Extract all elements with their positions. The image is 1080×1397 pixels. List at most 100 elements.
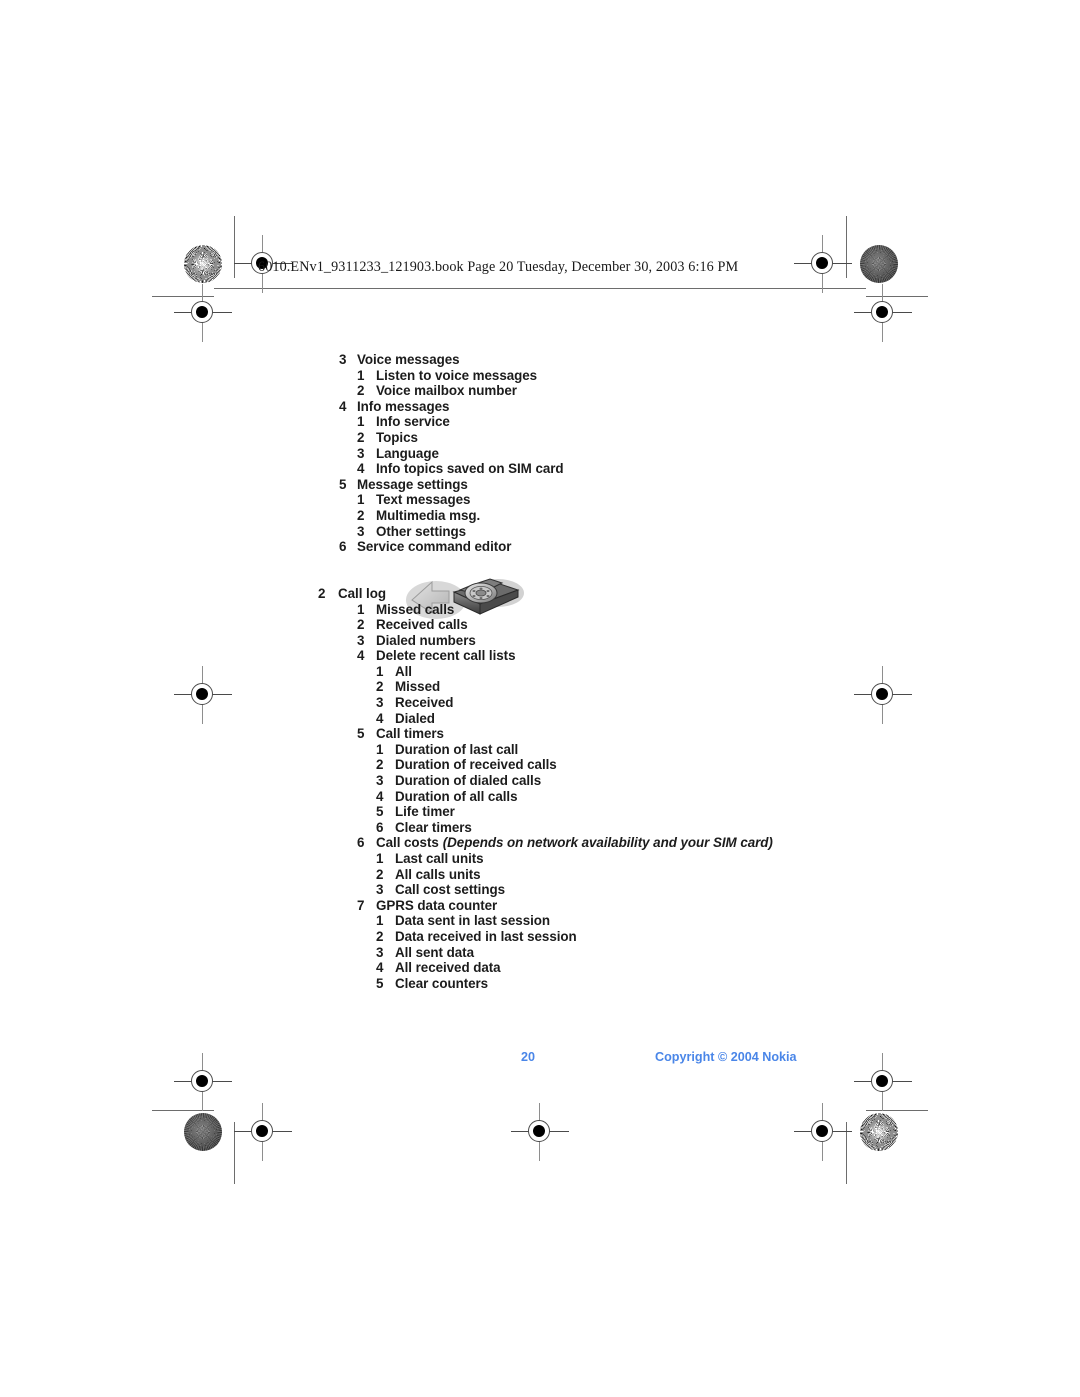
outline-item-label: Dialed numbers [376, 632, 476, 648]
outline-item-number: 4 [376, 710, 384, 726]
outline-item-number: 2 [318, 585, 326, 601]
outline-item-label: Received calls [376, 617, 468, 633]
outline-item-label: All received data [395, 960, 501, 976]
outline-item-number: 2 [376, 757, 384, 773]
outline-item-number: 4 [357, 461, 365, 477]
outline-item-label: Life timer [395, 804, 455, 820]
outline-item-label: Duration of received calls [395, 757, 557, 773]
outline-item-row: 1 Last call units [318, 851, 738, 867]
outline-item-number: 1 [357, 414, 365, 430]
outline-item-label: Call cost settings [395, 882, 505, 898]
outline-item-number: 7 [357, 897, 365, 913]
outline-item-number: 2 [357, 429, 365, 445]
registration-target-top-right [794, 235, 852, 293]
outline-item-label: Call timers [376, 726, 444, 742]
outline-item-number: 6 [376, 819, 384, 835]
outline-item-number: 3 [376, 944, 384, 960]
outline-item-number: 5 [357, 726, 365, 742]
outline-item-number: 1 [376, 663, 384, 679]
outline-item-row: 7 GPRS data counter [318, 898, 738, 914]
outline-item-label: Duration of all calls [395, 788, 518, 804]
outline-item-label: Clear counters [395, 975, 489, 991]
outline-item-label: All calls units [395, 866, 481, 882]
outline-spacer [318, 555, 738, 571]
registration-target-middle-left [174, 666, 232, 724]
outline-item-label: Received [395, 695, 454, 711]
outline-item-number: 4 [376, 960, 384, 976]
registration-target-middle-right [854, 666, 912, 724]
target-dot [876, 306, 888, 318]
outline-item-number: 5 [339, 476, 347, 492]
outline-item-label: Duration of dialed calls [395, 773, 542, 789]
outline-item-label: Service command editor [357, 539, 512, 555]
outline-item-row: 4 Info topics saved on SIM card [318, 461, 738, 477]
outline-item-row: 3 Call cost settings [318, 882, 738, 898]
outline-item-number: 3 [357, 632, 365, 648]
outline-item-number: 1 [376, 851, 384, 866]
outline-item-label: Call costs [376, 835, 439, 851]
outline-item-label: Last call units [395, 851, 484, 866]
outline-item-label: Info messages [357, 398, 450, 414]
outline-item-row: 2 Missed [318, 679, 738, 695]
target-dot [876, 688, 888, 700]
outline-item-number: 2 [357, 507, 365, 523]
registration-target-bottom-center [511, 1103, 569, 1161]
outline-item-row: 2 Received calls [318, 617, 738, 633]
outline-item-row: 4 Info messages [318, 399, 738, 415]
outline-item-number: 3 [376, 773, 384, 789]
outline-item-number: 6 [357, 835, 365, 851]
outline-item-row: 1 Info service [318, 414, 738, 430]
outline-item-number: 2 [357, 383, 365, 399]
outline-item-number: 2 [357, 617, 365, 633]
outline-item-row: 2 Data received in last session [318, 929, 738, 945]
outline-item-label: Other settings [376, 523, 467, 539]
source-file-header: 6010.ENv1_9311233_121903.book Page 20 Tu… [258, 259, 739, 275]
density-patch-bottom-left [184, 1113, 222, 1151]
outline-item-row: 3 All sent data [318, 945, 738, 961]
density-patch-top-right [860, 245, 898, 283]
outline-item-row: 4 Duration of all calls [318, 789, 738, 805]
outline-item-label: Duration of last call [395, 741, 519, 757]
outline-item-row: 4 Delete recent call lists [318, 648, 738, 664]
outline-item-row: 3 Dialed numbers [318, 633, 738, 649]
outline-item-label: Text messages [376, 492, 471, 508]
screen-angle-patch-bottom-right [860, 1113, 898, 1151]
outline-item-row: 4 Dialed [318, 711, 738, 727]
outline-item-number: 2 [376, 928, 384, 944]
outline-item-row: 2 All calls units [318, 867, 738, 883]
target-dot [256, 1125, 268, 1137]
outline-item-number: 3 [376, 695, 384, 711]
outline-item-row: 2 Topics [318, 430, 738, 446]
outline-item-note: (Depends on network availability and you… [442, 835, 773, 851]
outline-item-number: 6 [339, 539, 347, 555]
outline-item-label: GPRS data counter [376, 897, 498, 913]
registration-target-lower-left-corner [174, 1053, 232, 1111]
outline-spacer [318, 570, 738, 586]
outline-item-label: Missed [395, 679, 441, 695]
outline-item-label: Message settings [357, 476, 468, 492]
outline-item-label: Listen to voice messages [376, 367, 538, 383]
outline-item-label: Topics [376, 429, 418, 445]
outline-item-row: 6 Call costs (Depends on network availabil… [318, 835, 773, 851]
registration-target-upper-left-corner [174, 284, 232, 342]
target-dot [196, 688, 208, 700]
outline-item-row: 3 Language [318, 446, 738, 462]
target-dot [196, 306, 208, 318]
target-dot [533, 1125, 545, 1137]
outline-item-number: 1 [357, 601, 365, 617]
outline-item-label: Missed calls [376, 601, 455, 617]
outline-item-label: Dialed [395, 710, 435, 726]
outline-item-row: 1 Duration of last call [318, 742, 738, 758]
registration-target-upper-right-corner [854, 284, 912, 342]
outline-item-row: 4 All received data [318, 960, 738, 976]
target-dot [816, 257, 828, 269]
outline-item-row: 1 Text messages [318, 492, 738, 508]
outline-item-label: Multimedia msg. [376, 507, 481, 523]
outline-item-row: 3 Other settings [318, 524, 738, 540]
registration-target-lower-right-corner [854, 1053, 912, 1111]
outline-item-number: 4 [339, 398, 347, 414]
outline-item-label: Info topics saved on SIM card [376, 461, 564, 477]
outline-item-label: Voice mailbox number [376, 383, 517, 399]
outline-item-label: Voice messages [357, 352, 460, 367]
outline-item-number: 3 [376, 882, 384, 898]
